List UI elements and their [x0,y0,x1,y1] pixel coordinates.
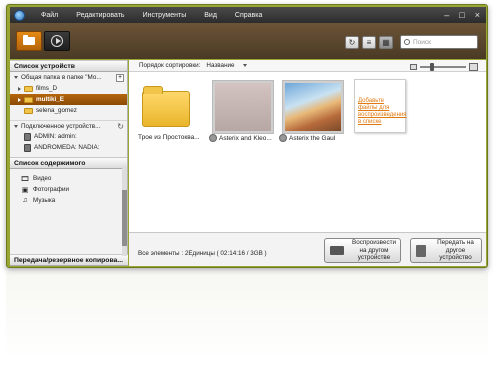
device-item-admin[interactable]: ADMIN: admin: [10,131,127,142]
menu-edit[interactable]: Редактировать [76,12,124,19]
folder-item-selena[interactable]: selena_gomez [10,105,127,116]
shared-folder-row[interactable]: Общая папка в папке "Мо... + [10,72,127,83]
chevron-down-icon[interactable] [242,64,247,67]
folder-item-films[interactable]: films_D [10,83,127,94]
list-view-button[interactable]: ≡ [362,35,376,49]
content-item-label: Фотографии [33,186,69,193]
content-item-photos[interactable]: ▣ Фотографии [10,184,127,195]
folder-icon [23,35,35,45]
sidebar-scroll-thumb[interactable] [122,190,127,246]
tab-folder[interactable] [16,31,42,51]
device-item-andromeda[interactable]: ANDROMEDA: NADIA: [10,142,127,153]
collapse-icon[interactable] [14,76,18,79]
expand-icon[interactable] [18,97,21,102]
app-window: Файл Редактировать Инструменты Вид Справ… [6,4,488,268]
folder-icon [24,96,33,103]
refresh-button[interactable]: ↻ [345,35,359,49]
send-to-device-button[interactable]: Передать на другое устройство [410,238,482,263]
zoom-slider[interactable] [420,63,466,71]
play-icon [51,35,63,47]
device-icon [24,143,31,152]
zoom-out-icon[interactable] [410,64,417,70]
sort-select[interactable]: Название [206,62,234,69]
expand-icon[interactable] [18,86,21,91]
content-item-music[interactable]: ♫ Музыка [10,195,127,206]
content-area: Порядок сортировки: Название Трое из Про… [129,60,486,266]
device-icon [416,244,426,257]
tile-label-text: Asterix and Kleo... [219,134,272,142]
collapse-icon[interactable] [14,124,18,128]
device-icon [24,132,31,141]
play-on-device-button[interactable]: Воспроизвести на другом устройстве [324,238,401,263]
send-to-device-label: Передать на другое устройство [437,239,474,262]
status-text: Все элементы : 2Единицы ( 02:14:16 / 3GB… [138,250,267,257]
video-thumbnail[interactable] [213,81,273,133]
dlna-icon [209,134,217,142]
refresh-icon: ↻ [348,37,356,47]
tv-icon [330,246,344,255]
add-files-tile[interactable]: Добавьте файлы для воспроизведения в спи… [354,79,407,133]
sort-bar: Порядок сортировки: Название [129,60,486,72]
content-item-video[interactable]: 🎞 Видео [10,173,127,184]
maximize-icon[interactable]: □ [459,10,464,20]
grid-view-icon: ▦ [382,37,390,47]
zoom-slider-handle[interactable] [430,63,434,71]
folder-icon [24,85,33,92]
window-reflection [6,272,488,362]
shared-folder-label: Общая папка в папке "Мо... [21,74,102,81]
search-icon [404,39,410,45]
bottom-bar: Все элементы : 2Единицы ( 02:14:16 / 3GB… [129,232,486,266]
menu-file[interactable]: Файл [41,12,58,19]
tile-label-text: Asterix the Gaul [289,134,336,142]
search-placeholder: Поиск [413,38,432,46]
video-thumbnail[interactable] [283,81,343,133]
list-view-icon: ≡ [366,37,372,47]
add-folder-button[interactable]: + [116,73,124,82]
folder-label: selena_gomez [36,107,77,114]
app-logo-icon [14,9,25,21]
folder-icon [24,107,33,114]
tile-label: Трое из Простоква... [138,134,200,141]
close-icon[interactable]: × [475,10,480,20]
photo-icon: ▣ [21,186,29,194]
add-files-link[interactable]: Добавьте файлы для воспроизведения в спи… [358,98,407,126]
transfer-header[interactable]: Передача/резервное копирова... [10,254,128,266]
menu-view[interactable]: Вид [204,12,217,19]
grid-view-button[interactable]: ▦ [379,35,393,49]
content-list-header[interactable]: Список содержимого [10,157,127,169]
tile-label: Asterix and Kleo... [209,134,272,142]
content-item-label: Видео [33,175,52,182]
folder-icon [142,86,190,127]
menu-help[interactable]: Справка [235,12,262,19]
content-item-label: Музыка [33,197,56,204]
folder-label: films_D [36,85,57,92]
zoom-control [410,63,478,71]
toolbar: ↻ ≡ ▦ Поиск [10,23,486,59]
connected-devices-label: Подключенное устройств... [21,122,101,130]
play-on-device-label: Воспроизвести на другом устройстве [352,239,396,262]
minimize-icon[interactable]: – [444,10,449,20]
folder-item-multiki[interactable]: multiki_E [10,94,127,105]
devices-header[interactable]: Список устройств [10,60,127,72]
music-icon: ♫ [22,197,28,204]
connected-devices-row[interactable]: Подключенное устройств... ↻ [10,120,127,131]
tab-player[interactable] [44,31,70,51]
zoom-in-icon[interactable] [469,63,478,71]
refresh-icon[interactable]: ↻ [117,122,124,131]
tile-label-text: Трое из Простоква... [138,134,200,141]
folder-label: multiki_E [36,96,64,103]
tile-label: Asterix the Gaul [279,134,335,142]
menu-tools[interactable]: Инструменты [143,12,187,19]
device-label: ADMIN: admin: [34,133,77,140]
menu-bar: Файл Редактировать Инструменты Вид Справ… [10,7,486,23]
dlna-icon [279,134,287,142]
sidebar: Список устройств Общая папка в папке "Мо… [10,60,128,266]
device-label: ANDROMEDA: NADIA: [34,144,100,151]
sort-label: Порядок сортировки: [139,62,201,69]
video-icon: 🎞 [20,175,30,183]
search-input[interactable]: Поиск [400,35,478,49]
